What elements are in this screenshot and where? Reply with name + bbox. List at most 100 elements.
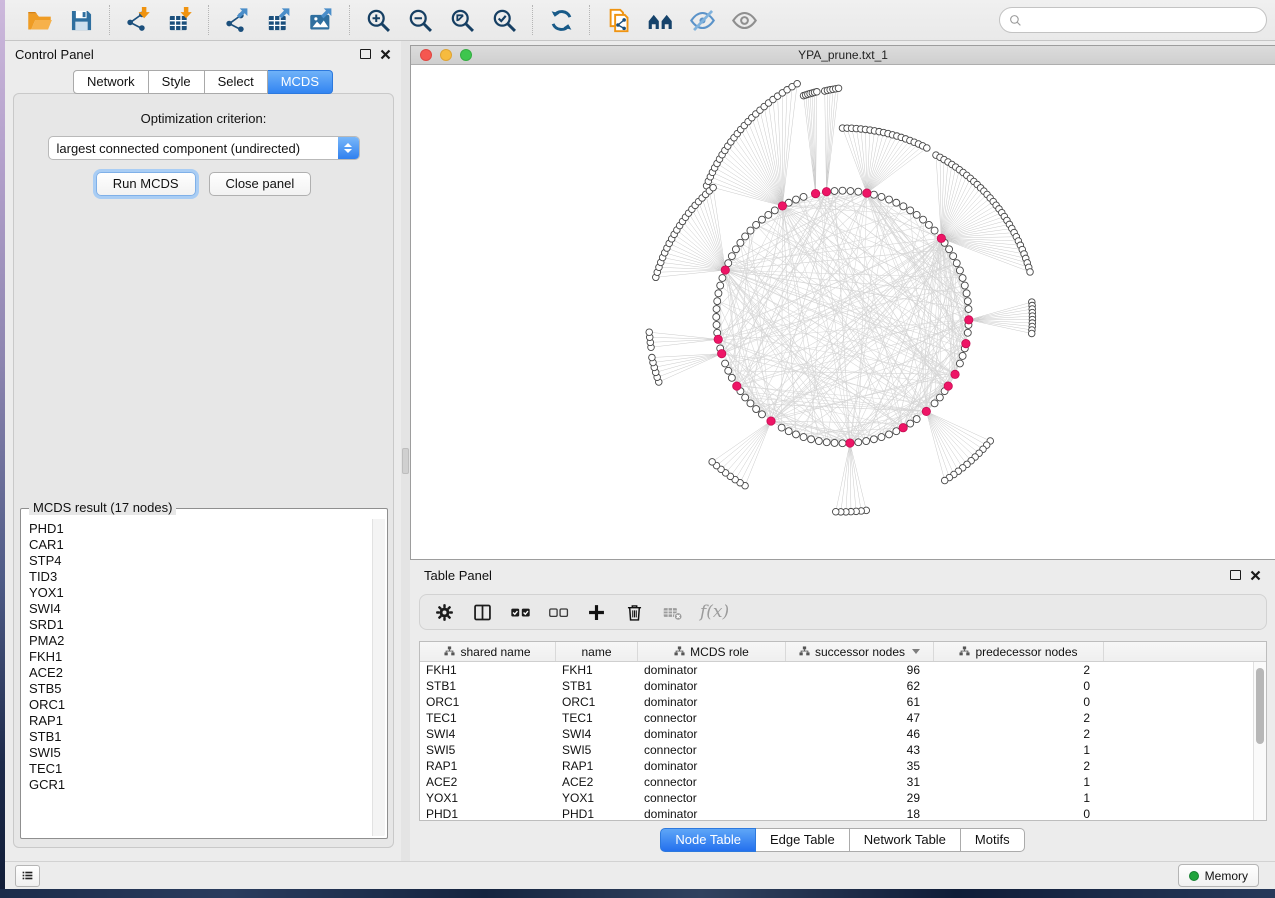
cell-name[interactable]: FKH1 [556, 662, 638, 678]
table-row[interactable]: RAP1RAP1dominator352 [420, 758, 1266, 774]
result-scrollbar[interactable] [372, 519, 385, 836]
column-header-shared-name[interactable]: shared name [420, 642, 556, 661]
cell-successor-nodes[interactable]: 62 [786, 678, 934, 694]
cell-MCDS-role[interactable]: connector [638, 774, 786, 790]
mcds-result-item[interactable]: PMA2 [29, 633, 365, 649]
cell-predecessor-nodes[interactable]: 0 [934, 694, 1104, 710]
cell-MCDS-role[interactable]: connector [638, 710, 786, 726]
table-row[interactable]: ORC1ORC1dominator610 [420, 694, 1266, 710]
cell-successor-nodes[interactable]: 29 [786, 790, 934, 806]
float-table-panel-icon[interactable] [1230, 570, 1241, 580]
delete-column-icon[interactable] [624, 602, 645, 623]
cell-predecessor-nodes[interactable]: 1 [934, 774, 1104, 790]
cell-shared-name[interactable]: FKH1 [420, 662, 556, 678]
export-image-icon[interactable] [305, 5, 337, 35]
cell-shared-name[interactable]: SWI4 [420, 726, 556, 742]
cell-predecessor-nodes[interactable]: 2 [934, 726, 1104, 742]
network-graph[interactable] [411, 66, 1275, 559]
mcds-result-item[interactable]: ORC1 [29, 697, 365, 713]
select-all-rows-icon[interactable] [510, 602, 531, 623]
mcds-result-item[interactable]: STB1 [29, 729, 365, 745]
cell-predecessor-nodes[interactable]: 0 [934, 806, 1104, 821]
mcds-result-item[interactable]: SWI5 [29, 745, 365, 761]
cell-name[interactable]: ORC1 [556, 694, 638, 710]
mcds-result-item[interactable]: FKH1 [29, 649, 365, 665]
column-header-MCDS-role[interactable]: MCDS role [638, 642, 786, 661]
show-all-icon[interactable] [728, 5, 760, 35]
export-table-icon[interactable] [263, 5, 295, 35]
cell-name[interactable]: YOX1 [556, 790, 638, 806]
cell-MCDS-role[interactable]: dominator [638, 726, 786, 742]
table-scrollbar-thumb[interactable] [1256, 668, 1264, 744]
search-input[interactable] [1027, 13, 1257, 27]
cell-shared-name[interactable]: TEC1 [420, 710, 556, 726]
tab-network-table[interactable]: Network Table [850, 828, 961, 852]
mcds-result-item[interactable]: CAR1 [29, 537, 365, 553]
cell-name[interactable]: RAP1 [556, 758, 638, 774]
mcds-result-item[interactable]: SRD1 [29, 617, 365, 633]
cell-predecessor-nodes[interactable]: 2 [934, 662, 1104, 678]
tab-motifs[interactable]: Motifs [961, 828, 1025, 852]
run-mcds-button[interactable]: Run MCDS [96, 172, 196, 196]
cell-successor-nodes[interactable]: 43 [786, 742, 934, 758]
import-network-icon[interactable] [122, 5, 154, 35]
table-row[interactable]: YOX1YOX1connector291 [420, 790, 1266, 806]
column-header-successor-nodes[interactable]: successor nodes [786, 642, 934, 661]
cell-shared-name[interactable]: ORC1 [420, 694, 556, 710]
cell-name[interactable]: TEC1 [556, 710, 638, 726]
cell-MCDS-role[interactable]: connector [638, 742, 786, 758]
toggle-panes-icon[interactable] [472, 602, 493, 623]
mcds-result-item[interactable]: STB5 [29, 681, 365, 697]
tab-edge-table[interactable]: Edge Table [756, 828, 850, 852]
mcds-result-item[interactable]: RAP1 [29, 713, 365, 729]
cell-MCDS-role[interactable]: dominator [638, 678, 786, 694]
cell-successor-nodes[interactable]: 96 [786, 662, 934, 678]
zoom-out-icon[interactable] [404, 5, 436, 35]
cell-MCDS-role[interactable]: dominator [638, 758, 786, 774]
clone-network-icon[interactable] [602, 5, 634, 35]
refresh-view-icon[interactable] [545, 5, 577, 35]
table-row[interactable]: FKH1FKH1dominator962 [420, 662, 1266, 678]
cell-shared-name[interactable]: RAP1 [420, 758, 556, 774]
mcds-result-item[interactable]: SWI4 [29, 601, 365, 617]
import-table-icon[interactable] [164, 5, 196, 35]
table-scrollbar[interactable] [1253, 662, 1266, 820]
tab-mcds[interactable]: MCDS [268, 70, 333, 94]
cell-shared-name[interactable]: ACE2 [420, 774, 556, 790]
mcds-result-item[interactable]: TID3 [29, 569, 365, 585]
cell-predecessor-nodes[interactable]: 1 [934, 790, 1104, 806]
mcds-result-item[interactable]: STP4 [29, 553, 365, 569]
cell-MCDS-role[interactable]: dominator [638, 694, 786, 710]
criterion-dropdown[interactable]: largest connected component (undirected) [48, 136, 360, 160]
cell-name[interactable]: ACE2 [556, 774, 638, 790]
mcds-result-item[interactable]: ACE2 [29, 665, 365, 681]
cell-predecessor-nodes[interactable]: 1 [934, 742, 1104, 758]
hide-selected-icon[interactable] [686, 5, 718, 35]
cell-name[interactable]: SWI5 [556, 742, 638, 758]
column-header-name[interactable]: name [556, 642, 638, 661]
table-row[interactable]: TEC1TEC1connector472 [420, 710, 1266, 726]
mcds-result-item[interactable]: TEC1 [29, 761, 365, 777]
cell-successor-nodes[interactable]: 47 [786, 710, 934, 726]
close-panel-button[interactable]: Close panel [209, 172, 312, 196]
splitter-grip[interactable] [402, 448, 409, 474]
export-network-icon[interactable] [221, 5, 253, 35]
mcds-result-item[interactable]: PHD1 [29, 521, 365, 537]
save-session-icon[interactable] [65, 5, 97, 35]
table-row[interactable]: SWI4SWI4dominator462 [420, 726, 1266, 742]
cell-shared-name[interactable]: SWI5 [420, 742, 556, 758]
tab-network[interactable]: Network [73, 70, 149, 94]
table-settings-icon[interactable] [434, 602, 455, 623]
tab-select[interactable]: Select [205, 70, 268, 94]
cell-shared-name[interactable]: PHD1 [420, 806, 556, 821]
cell-successor-nodes[interactable]: 46 [786, 726, 934, 742]
search-box[interactable] [999, 7, 1267, 33]
zoom-in-icon[interactable] [362, 5, 394, 35]
cell-name[interactable]: SWI4 [556, 726, 638, 742]
network-window-titlebar[interactable]: YPA_prune.txt_1 [411, 46, 1275, 65]
cell-predecessor-nodes[interactable]: 0 [934, 678, 1104, 694]
cell-MCDS-role[interactable]: dominator [638, 806, 786, 821]
memory-button[interactable]: Memory [1178, 864, 1259, 887]
cell-successor-nodes[interactable]: 35 [786, 758, 934, 774]
table-row[interactable]: ACE2ACE2connector311 [420, 774, 1266, 790]
